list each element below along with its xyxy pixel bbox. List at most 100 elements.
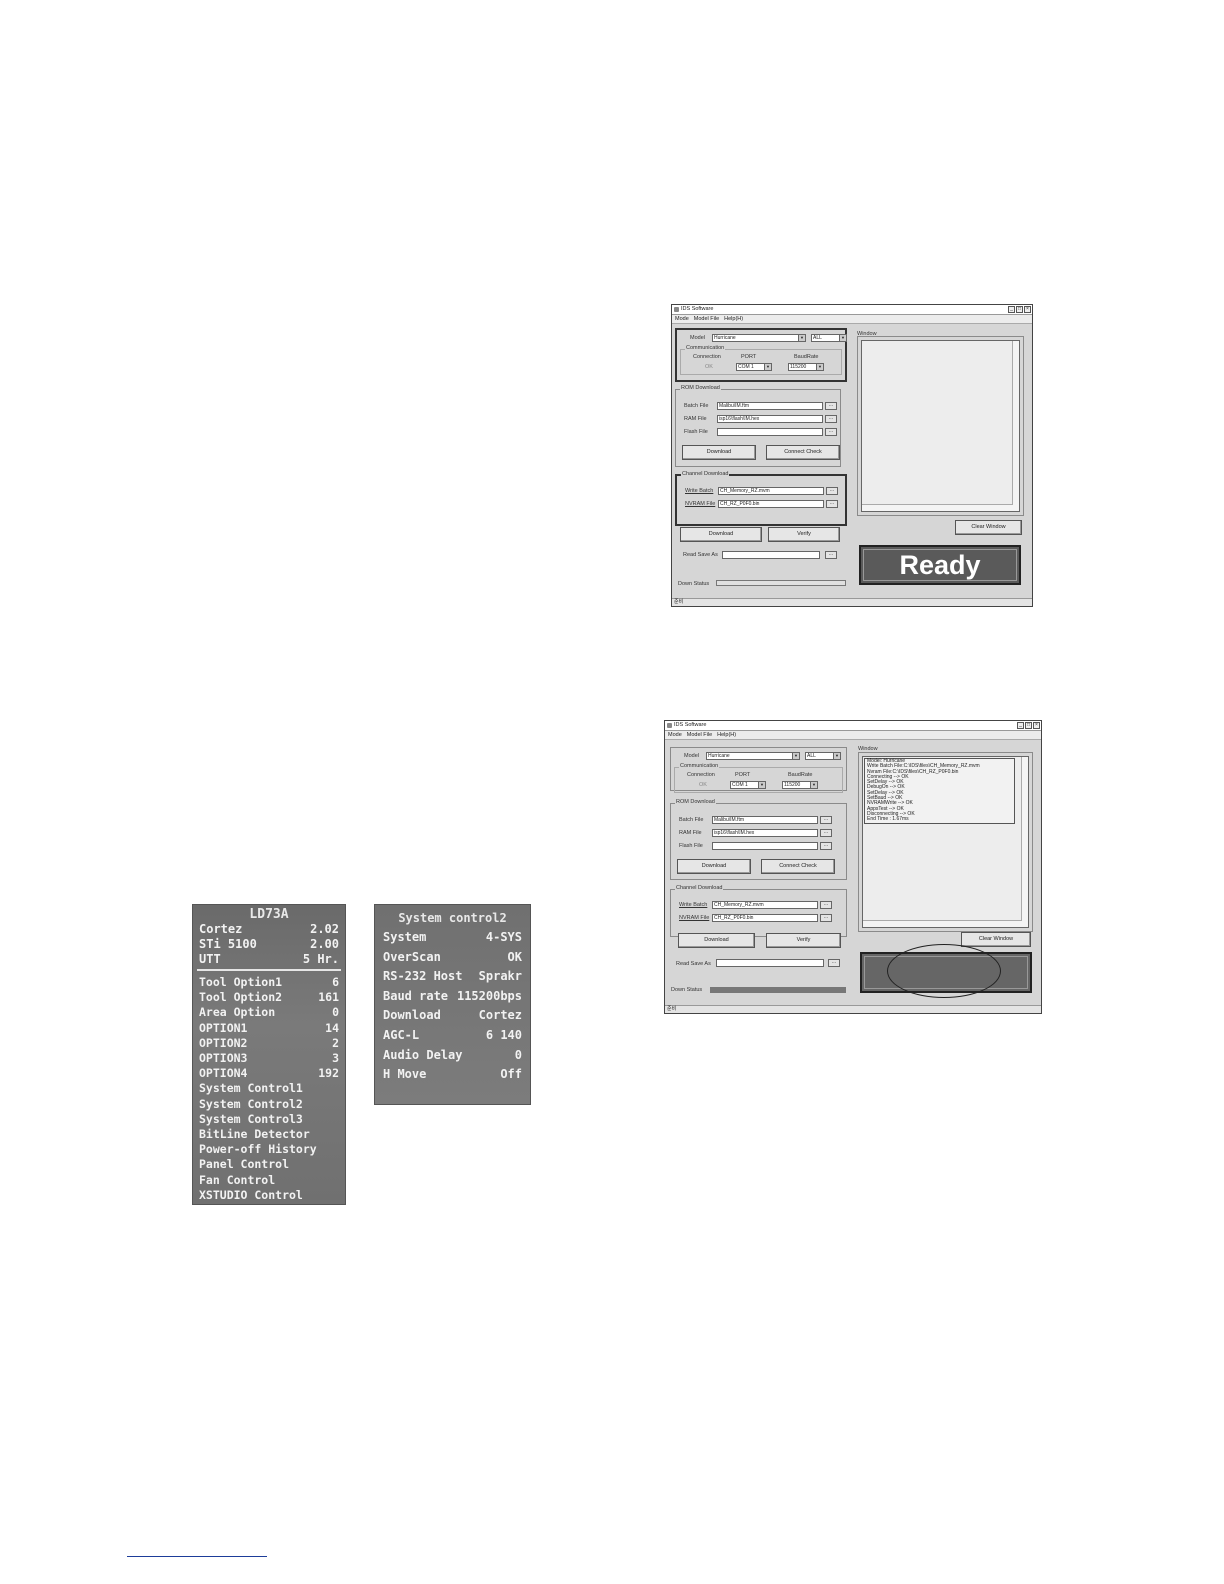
highlight-ellipse [887,944,1001,998]
vertical-scrollbar[interactable] [1012,341,1019,511]
flash-file-browse-button[interactable]: ... [825,428,837,436]
maximize-icon[interactable]: □ [1016,306,1023,313]
model-select[interactable]: Hurricane ▼ [712,334,806,342]
setting-row-label: Audio Delay [383,1047,463,1062]
menu-row-label: Fan Control [199,1172,276,1187]
close-icon[interactable]: × [1024,306,1031,313]
menu-item-1[interactable]: Model File [694,315,719,323]
nvram-file-label: NVRAM File [679,915,710,921]
nvram-file-browse-button[interactable]: ... [820,914,832,922]
write-batch-input[interactable]: CH_Memory_RZ.mvm [712,901,818,909]
menu-row-value: 3 [332,1051,339,1066]
connection-label: Connection [687,772,715,778]
baudrate-label: BaudRate [788,772,813,778]
menu-item-2[interactable]: Help(H) [724,315,743,323]
menu-row: Fan Control [193,1173,345,1188]
ram-file-input[interactable]: isp16\flash\IM.hex [717,415,823,423]
menu-row-label: OPTION2 [199,1035,248,1050]
write-batch-input[interactable]: CH_Memory_RZ.mvm [718,487,824,495]
channel-download-button[interactable]: Download [678,933,755,948]
all-select[interactable]: ALL ▼ [811,334,847,342]
channel-download-button[interactable]: Download [680,527,762,542]
ram-file-input[interactable]: isp16\flash\IM.hex [712,829,818,837]
status-bar-text: 준비 [667,1006,677,1012]
menu-row-value: 161 [318,990,339,1005]
log-output [861,340,1020,512]
verify-button[interactable]: Verify [766,933,841,948]
flash-file-browse-button[interactable]: ... [820,842,832,850]
flash-file-input[interactable] [712,842,818,850]
menu-item-1[interactable]: Model File [687,731,712,739]
status-bar-text: 준비 [674,599,684,605]
close-icon[interactable]: × [1033,722,1040,729]
batch-file-input[interactable]: Malibu\IM.ftm [717,402,823,410]
baudrate-select[interactable]: 115200 ▼ [788,363,824,371]
ram-file-browse-button[interactable]: ... [825,415,837,423]
batch-file-input[interactable]: Malibu\IM.ftm [712,816,818,824]
setting-row-label: H Move [383,1067,427,1082]
window-controls: _ □ × [1008,306,1031,313]
read-save-as-input[interactable] [722,551,820,559]
connection-status: OK [699,782,707,788]
ram-file-label: RAM File [679,830,702,836]
batch-file-browse-button[interactable]: ... [820,816,832,824]
menu-row-label: OPTION1 [199,1020,248,1035]
menu-row: OPTION4 192 [193,1066,345,1081]
menu-row-label: Tool Option2 [199,990,283,1005]
read-save-browse-button[interactable]: ... [825,551,837,559]
menu-row: Area Option 0 [193,1005,345,1020]
version-row-label: STi 5100 [199,937,257,951]
chevron-down-icon: ▼ [816,364,823,370]
vertical-scrollbar[interactable] [1021,757,1028,927]
write-batch-browse-button[interactable]: ... [826,487,838,495]
communication-group: Communication Connection PORT BaudRate O… [680,345,842,375]
menu-row: OPTION1 14 [193,1021,345,1036]
clear-window-button[interactable]: Clear Window [955,520,1022,535]
rom-download-button[interactable]: Download [677,859,751,874]
verify-button[interactable]: Verify [768,527,840,542]
log-output: Model: Hurricane Write Batch File:C:\IDS\… [862,756,1029,928]
batch-file-browse-button[interactable]: ... [825,402,837,410]
write-batch-browse-button[interactable]: ... [820,901,832,909]
menu-row-label: BitLine Detector [199,1127,310,1142]
window-title: IDS Software [681,306,714,312]
menu-row: Panel Control [193,1157,345,1172]
menu-row-value: 6 [332,975,339,989]
menu-item-0[interactable]: Mode [675,315,689,323]
version-row: UTT 5 Hr. [193,952,345,967]
menu-row-label: Power-off History [199,1142,317,1157]
setting-row: AGC-L 6 140 [375,1026,530,1046]
connect-check-button[interactable]: Connect Check [766,445,840,460]
nvram-file-input[interactable]: CH_RZ_P0F0.bin [718,500,824,508]
read-save-as-input[interactable] [716,959,824,967]
setting-row: Baud rate 115200bps [375,987,530,1007]
port-select[interactable]: COM 1 ▼ [736,363,772,371]
all-select[interactable]: ALL ▼ [805,752,841,760]
port-select[interactable]: COM 1 ▼ [730,781,766,789]
horizontal-scrollbar[interactable] [862,504,1013,511]
menu-row: Tool Option1 6 [193,975,345,990]
minimize-icon[interactable]: _ [1017,722,1024,729]
menu-item-0[interactable]: Mode [668,731,682,739]
model-select[interactable]: Hurricane ▼ [706,752,800,760]
horizontal-scrollbar[interactable] [863,920,1022,927]
window-title: IDS Software [674,722,707,728]
nvram-file-browse-button[interactable]: ... [826,500,838,508]
flash-file-input[interactable] [717,428,823,436]
model-communication-group: Model Hurricane ▼ ALL ▼ Communication Conn… [675,328,847,382]
write-batch-label: Write Batch [685,488,714,494]
baudrate-select[interactable]: 115200 ▼ [782,781,818,789]
menu-row-label: OPTION3 [199,1051,248,1066]
minimize-icon[interactable]: _ [1008,306,1015,313]
rom-download-button[interactable]: Download [682,445,756,460]
connect-check-button[interactable]: Connect Check [761,859,835,874]
setting-row-label: AGC-L [383,1027,420,1042]
ram-file-browse-button[interactable]: ... [820,829,832,837]
read-save-browse-button[interactable]: ... [828,959,840,967]
maximize-icon[interactable]: □ [1025,722,1032,729]
clear-window-button[interactable]: Clear Window [961,932,1031,947]
system-settings-list: System 4-SYS OverScan OK RS-232 Host Sprakr Ba… [375,928,530,1085]
setting-row-label: RS-232 Host [383,969,463,984]
menu-item-2[interactable]: Help(H) [717,731,736,739]
nvram-file-input[interactable]: CH_RZ_P0F0.bin [712,914,818,922]
